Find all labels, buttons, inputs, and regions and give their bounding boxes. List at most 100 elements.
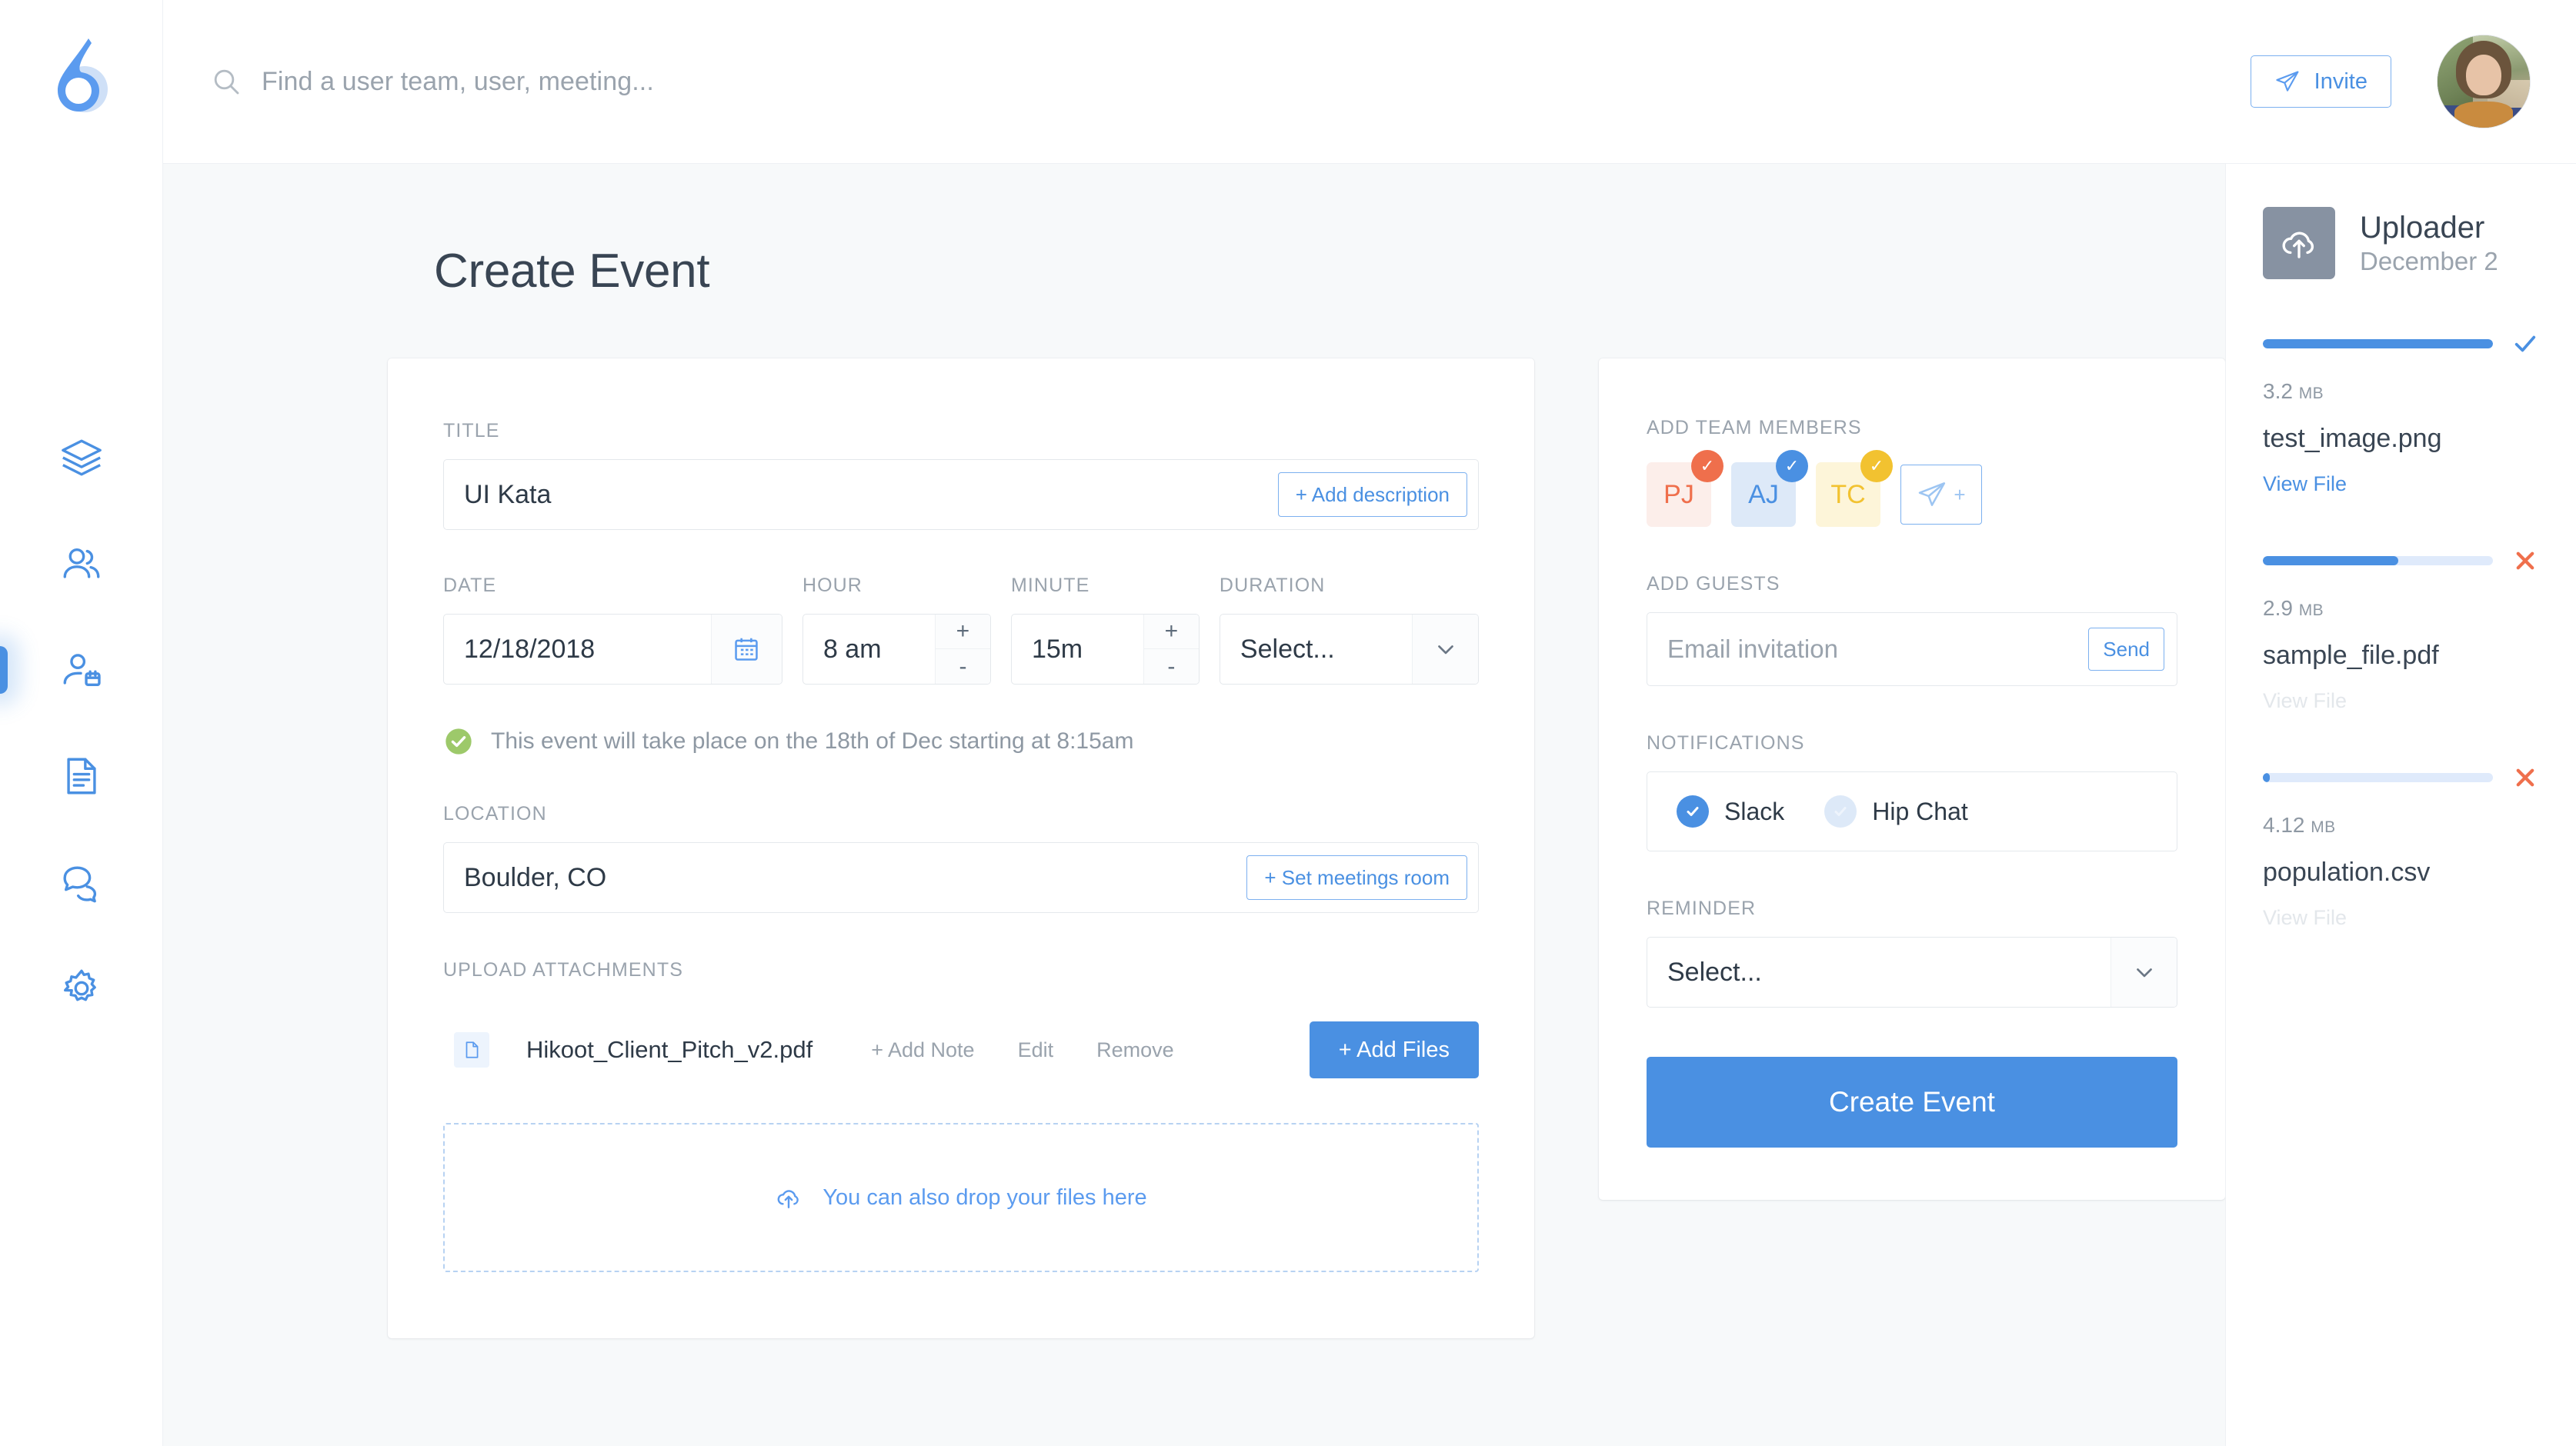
upload-complete-check[interactable]	[2511, 330, 2539, 358]
calendar-button[interactable]	[711, 615, 782, 684]
add-files-button[interactable]: + Add Files	[1310, 1021, 1479, 1078]
minute-stepper-buttons: + -	[1143, 615, 1199, 684]
hour-increment-button[interactable]: +	[936, 615, 990, 649]
minute-decrement-button[interactable]: -	[1144, 649, 1199, 684]
file-dropzone[interactable]: You can also drop your files here	[443, 1123, 1479, 1272]
invite-button[interactable]: Invite	[2251, 55, 2391, 108]
duration-select[interactable]: Select...	[1220, 614, 1479, 685]
add-member-plus: +	[1954, 483, 1965, 507]
attachments-section: UPLOAD ATTACHMENTS Hikoot_Client_Pitch_v…	[443, 959, 1479, 1272]
guest-input-wrapper: Send	[1647, 612, 2177, 686]
upload-item: 3.2 MB test_image.png View File	[2263, 330, 2539, 496]
progress-fill	[2263, 773, 2270, 782]
team-member-chip[interactable]: PJ ✓	[1647, 462, 1711, 527]
location-input-wrapper: + Set meetings room	[443, 842, 1479, 913]
dropzone-text: You can also drop your files here	[823, 1185, 1146, 1211]
view-file-link[interactable]: View File	[2263, 472, 2539, 496]
create-event-button[interactable]: Create Event	[1647, 1057, 2177, 1148]
top-bar-actions: Invite	[2251, 35, 2530, 128]
sidebar-item-teams[interactable]	[0, 511, 162, 617]
upload-filename: sample_file.pdf	[2263, 641, 2539, 671]
notification-option-slack[interactable]: Slack	[1677, 795, 1784, 828]
datetime-row: DATE 12/18/2018	[443, 575, 1479, 685]
member-initials: AJ	[1748, 480, 1779, 510]
set-meetings-room-button[interactable]: + Set meetings room	[1246, 855, 1467, 900]
reminder-value: Select...	[1647, 938, 2111, 1007]
avatar[interactable]	[2438, 35, 2530, 128]
attachment-row: Hikoot_Client_Pitch_v2.pdf + Add Note Ed…	[443, 1021, 1479, 1078]
file-icon	[462, 1040, 482, 1060]
guests-label: ADD GUESTS	[1647, 573, 2177, 595]
app-logo[interactable]	[48, 35, 115, 120]
cards-row: TITLE + Add description DATE 12/18/2018	[388, 358, 2225, 1338]
upload-cancel-button[interactable]	[2511, 764, 2539, 791]
uploader-titles: Uploader December 2	[2360, 210, 2498, 277]
attachment-name: Hikoot_Client_Pitch_v2.pdf	[526, 1036, 813, 1064]
sidebar-item-documents[interactable]	[0, 723, 162, 829]
sidebar-item-meetings[interactable]	[0, 617, 162, 723]
member-initials: TC	[1830, 480, 1865, 510]
send-invitation-button[interactable]: Send	[2088, 628, 2164, 671]
top-bar: Invite	[163, 0, 2576, 164]
paper-plane-icon	[2274, 68, 2301, 95]
view-file-link[interactable]: View File	[2263, 906, 2539, 930]
team-member-chip[interactable]: TC ✓	[1816, 462, 1880, 527]
hour-field-group: HOUR 8 am + -	[802, 575, 991, 685]
date-value[interactable]: 12/18/2018	[444, 615, 711, 684]
upload-size-unit: MB	[2311, 818, 2335, 836]
sidebar-nav	[0, 405, 162, 1041]
view-file-link[interactable]: View File	[2263, 689, 2539, 713]
uploader-title: Uploader	[2360, 210, 2498, 246]
minute-value[interactable]: 15m	[1012, 615, 1143, 684]
title-label: TITLE	[443, 420, 1479, 442]
hour-value[interactable]: 8 am	[803, 615, 935, 684]
search-area	[211, 66, 2251, 97]
document-icon	[59, 754, 104, 798]
location-input[interactable]	[444, 863, 1246, 893]
minute-increment-button[interactable]: +	[1144, 615, 1199, 649]
progress-fill	[2263, 556, 2398, 565]
reminder-section: REMINDER Select...	[1647, 898, 2177, 1008]
sidebar-item-messages[interactable]	[0, 829, 162, 935]
remove-link[interactable]: Remove	[1096, 1038, 1174, 1062]
hour-decrement-button[interactable]: -	[936, 649, 990, 684]
title-input-wrapper: + Add description	[443, 459, 1479, 530]
reminder-select[interactable]: Select...	[1647, 937, 2177, 1008]
edit-link[interactable]: Edit	[1018, 1038, 1054, 1062]
progress-track	[2263, 339, 2493, 348]
guest-email-input[interactable]	[1647, 635, 2088, 664]
event-confirmation: This event will take place on the 18th o…	[443, 726, 1479, 757]
uploader-icon-tile	[2263, 207, 2335, 279]
search-input[interactable]	[262, 67, 846, 97]
add-note-link[interactable]: + Add Note	[871, 1038, 974, 1062]
sidebar-item-layers[interactable]	[0, 405, 162, 511]
content-area: Create Event TITLE + Add description	[163, 164, 2225, 1446]
users-icon	[59, 541, 104, 586]
team-member-chip[interactable]: AJ ✓	[1731, 462, 1796, 527]
left-nav-rail	[0, 0, 163, 1446]
upload-filename: test_image.png	[2263, 424, 2539, 454]
invite-label: Invite	[2314, 69, 2367, 95]
upload-cancel-button[interactable]	[2511, 547, 2539, 575]
app-root: Invite Create Event TITLE	[0, 0, 2576, 1446]
event-settings-card: ADD TEAM MEMBERS PJ ✓ AJ ✓	[1599, 358, 2225, 1200]
title-field-group: TITLE + Add description	[443, 420, 1479, 530]
title-input[interactable]	[444, 480, 1278, 510]
hikoot-droplet-logo-icon	[48, 35, 115, 120]
location-field-group: LOCATION + Set meetings room	[443, 803, 1479, 913]
notifications-options: Slack Hip Chat	[1647, 771, 2177, 851]
close-icon	[2512, 548, 2538, 574]
attachment-actions: + Add Note Edit Remove	[871, 1038, 1173, 1062]
hour-stepper: 8 am + -	[802, 614, 991, 685]
add-member-button[interactable]: +	[1900, 465, 1982, 525]
check-icon	[2512, 331, 2538, 357]
notification-option-hipchat[interactable]: Hip Chat	[1824, 795, 1968, 828]
sidebar-item-settings[interactable]	[0, 935, 162, 1041]
upload-size-unit: MB	[2299, 385, 2324, 402]
add-description-button[interactable]: + Add description	[1278, 472, 1467, 517]
date-field-group: DATE 12/18/2018	[443, 575, 782, 685]
team-member-list: PJ ✓ AJ ✓ TC ✓	[1647, 462, 2177, 527]
guests-section: ADD GUESTS Send	[1647, 573, 2177, 686]
user-calendar-icon	[59, 648, 104, 692]
radio-unselected-icon	[1824, 795, 1857, 828]
